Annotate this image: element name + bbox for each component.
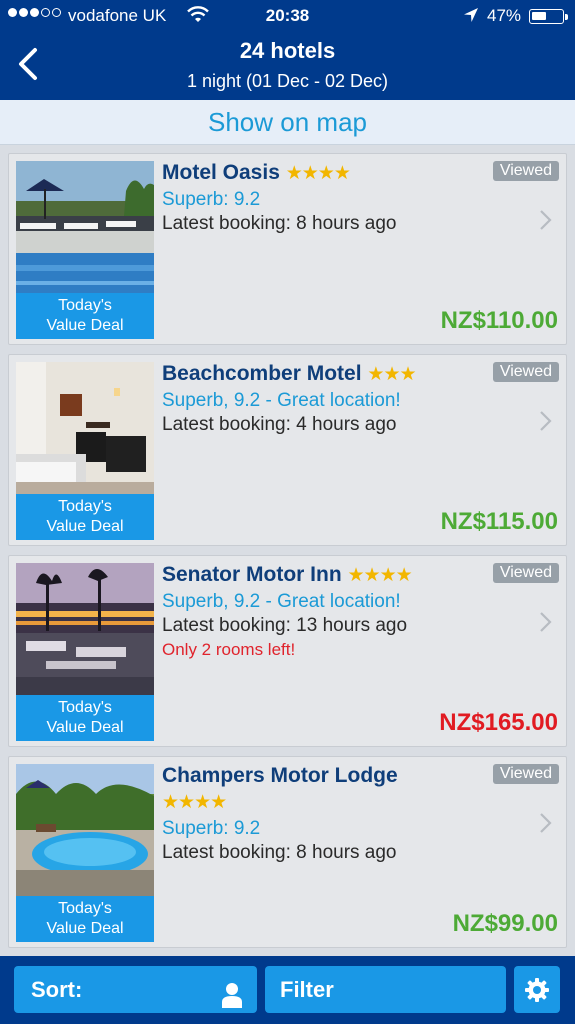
star-rating: ★★★★ (162, 792, 227, 813)
review-score: Superb, 9.2 - Great location! (162, 390, 401, 411)
chevron-right-icon (538, 410, 552, 437)
viewed-badge: Viewed (492, 764, 559, 784)
hotel-photo: Today's Value Deal (16, 563, 154, 741)
hotel-card[interactable]: Today's Value Deal Motel Oasis ★★★★ Supe… (8, 153, 567, 345)
hotel-name: Champers Motor Lodge ★★★★ (162, 764, 398, 813)
location-arrow-icon (463, 7, 479, 28)
chevron-right-icon (538, 812, 552, 839)
filter-button[interactable]: Filter (265, 966, 506, 1013)
latest-booking: Latest booking: 13 hours ago (162, 615, 408, 636)
latest-booking: Latest booking: 8 hours ago (162, 213, 397, 234)
value-deal-badge: Today's Value Deal (16, 293, 154, 339)
review-score: Superb: 9.2 (162, 189, 261, 210)
viewed-badge: Viewed (492, 563, 559, 583)
signal-strength-icon (8, 8, 61, 17)
top-bar: vodafone UK 20:38 47% 24 hotels 1 night … (0, 0, 575, 100)
value-deal-badge: Today's Value Deal (16, 494, 154, 540)
value-deal-badge: Today's Value Deal (16, 896, 154, 942)
gear-icon (525, 977, 549, 1002)
carrier-name: vodafone UK (68, 6, 167, 25)
battery-icon (529, 9, 568, 24)
price: NZ$110.00 (440, 307, 558, 334)
review-score: Superb: 9.2 (162, 818, 261, 839)
wifi-icon (187, 6, 209, 29)
hotel-photo: Today's Value Deal (16, 161, 154, 339)
person-icon (221, 977, 243, 1024)
star-rating: ★★★★ (347, 565, 413, 586)
hotel-card[interactable]: Today's Value Deal Beachcomber Motel ★★★… (8, 354, 567, 546)
bottom-toolbar: Sort: Filter (0, 956, 575, 1024)
sort-label: Sort: (31, 977, 83, 1002)
page-title: 24 hotels (239, 38, 336, 63)
viewed-badge: Viewed (492, 362, 559, 382)
availability-alert: Only 2 rooms left! (162, 640, 296, 659)
hotel-card[interactable]: Today's Value Deal Champers Motor Lodge … (8, 756, 567, 948)
viewed-badge: Viewed (492, 161, 559, 181)
settings-button[interactable] (514, 966, 560, 1013)
hotel-list: Today's Value Deal Motel Oasis ★★★★ Supe… (0, 146, 575, 954)
hotel-name: Senator Motor Inn ★★★★ (162, 563, 413, 586)
latest-booking: Latest booking: 4 hours ago (162, 414, 397, 435)
chevron-right-icon (538, 209, 552, 236)
hotel-photo: Today's Value Deal (16, 764, 154, 942)
hotel-photo: Today's Value Deal (16, 362, 154, 540)
chevron-right-icon (538, 611, 552, 638)
price: NZ$99.00 (452, 910, 558, 937)
date-range-subtitle: 1 night (01 Dec - 02 Dec) (186, 71, 389, 91)
battery-percent: 47% (487, 6, 522, 25)
show-on-map-button[interactable]: Show on map (0, 100, 575, 145)
sort-button[interactable]: Sort: (14, 966, 257, 1013)
price: NZ$165.00 (439, 709, 558, 736)
price: NZ$115.00 (440, 508, 558, 535)
star-rating: ★★★★ (285, 163, 351, 184)
marina-photo-image (16, 563, 154, 695)
hotel-name: Beachcomber Motel ★★★ (162, 362, 417, 385)
hotel-card[interactable]: Today's Value Deal Senator Motor Inn ★★★… (8, 555, 567, 747)
filter-label: Filter (280, 977, 334, 1002)
pool-photo-image (16, 161, 154, 293)
latest-booking: Latest booking: 8 hours ago (162, 842, 397, 863)
value-deal-badge: Today's Value Deal (16, 695, 154, 741)
status-bar: vodafone UK 20:38 47% (0, 0, 575, 32)
star-rating: ★★★ (367, 364, 416, 385)
review-score: Superb, 9.2 - Great location! (162, 591, 401, 612)
room-photo-image (16, 362, 154, 494)
hotel-name: Motel Oasis ★★★★ (162, 161, 351, 184)
garden-pool-photo-image (16, 764, 154, 896)
